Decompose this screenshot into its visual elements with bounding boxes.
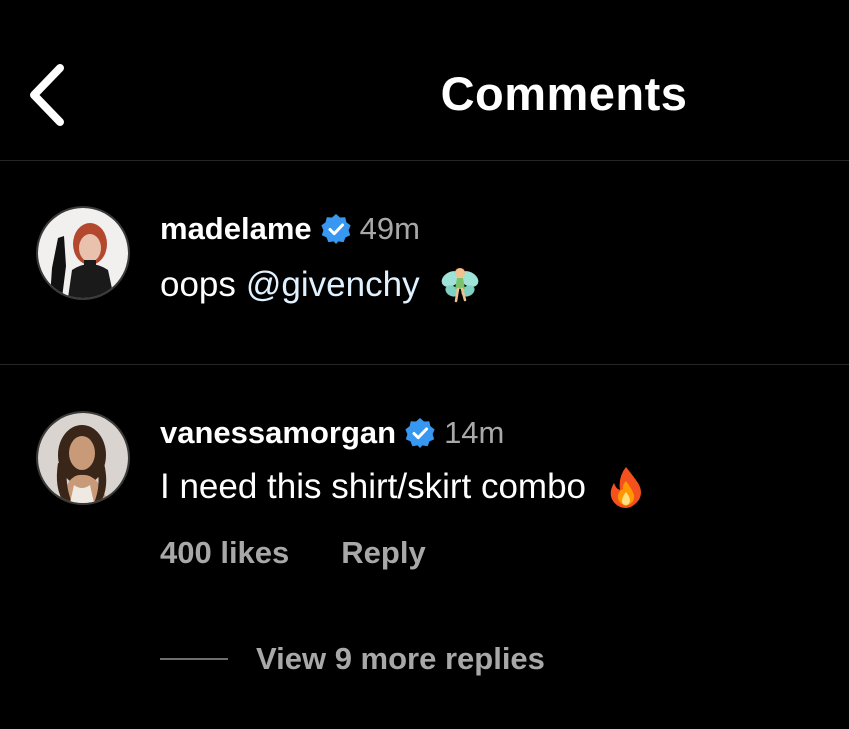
mention-link[interactable]: @givenchy	[246, 263, 420, 307]
reply-button[interactable]: Reply	[341, 535, 425, 571]
view-more-replies-button[interactable]: View 9 more replies	[160, 641, 545, 677]
comment-actions: 400 likes Reply	[160, 535, 426, 571]
header-bar: Comments	[0, 0, 849, 161]
fire-emoji-icon	[604, 465, 648, 509]
comment-meta: vanessamorgan 14m	[160, 413, 504, 453]
view-more-replies-label: View 9 more replies	[256, 641, 545, 676]
comment-text: oops @givenchy	[160, 263, 482, 307]
avatar[interactable]	[36, 411, 130, 505]
verified-badge-icon	[320, 213, 352, 245]
likes-count[interactable]: 400 likes	[160, 535, 289, 571]
avatar[interactable]	[36, 206, 130, 300]
comment-username[interactable]: vanessamorgan	[160, 415, 396, 451]
comment-text-body: oops	[160, 265, 236, 304]
comment-timestamp: 14m	[444, 415, 505, 450]
comment-item: madelame 49m oops @givenchy	[0, 161, 849, 365]
comment-timestamp: 49m	[359, 211, 420, 246]
fairy-emoji-icon	[438, 263, 482, 307]
comment-item: vanessamorgan 14m I need this shirt/skir…	[0, 365, 849, 729]
page-title: Comments	[440, 67, 688, 120]
verified-badge-icon	[404, 417, 436, 449]
replies-divider-line	[160, 658, 228, 660]
comment-username[interactable]: madelame	[160, 211, 312, 247]
comment-text-body: I need this shirt/skirt combo	[160, 467, 586, 506]
comment-text: I need this shirt/skirt combo	[160, 465, 648, 509]
comment-meta: madelame 49m	[160, 209, 420, 249]
